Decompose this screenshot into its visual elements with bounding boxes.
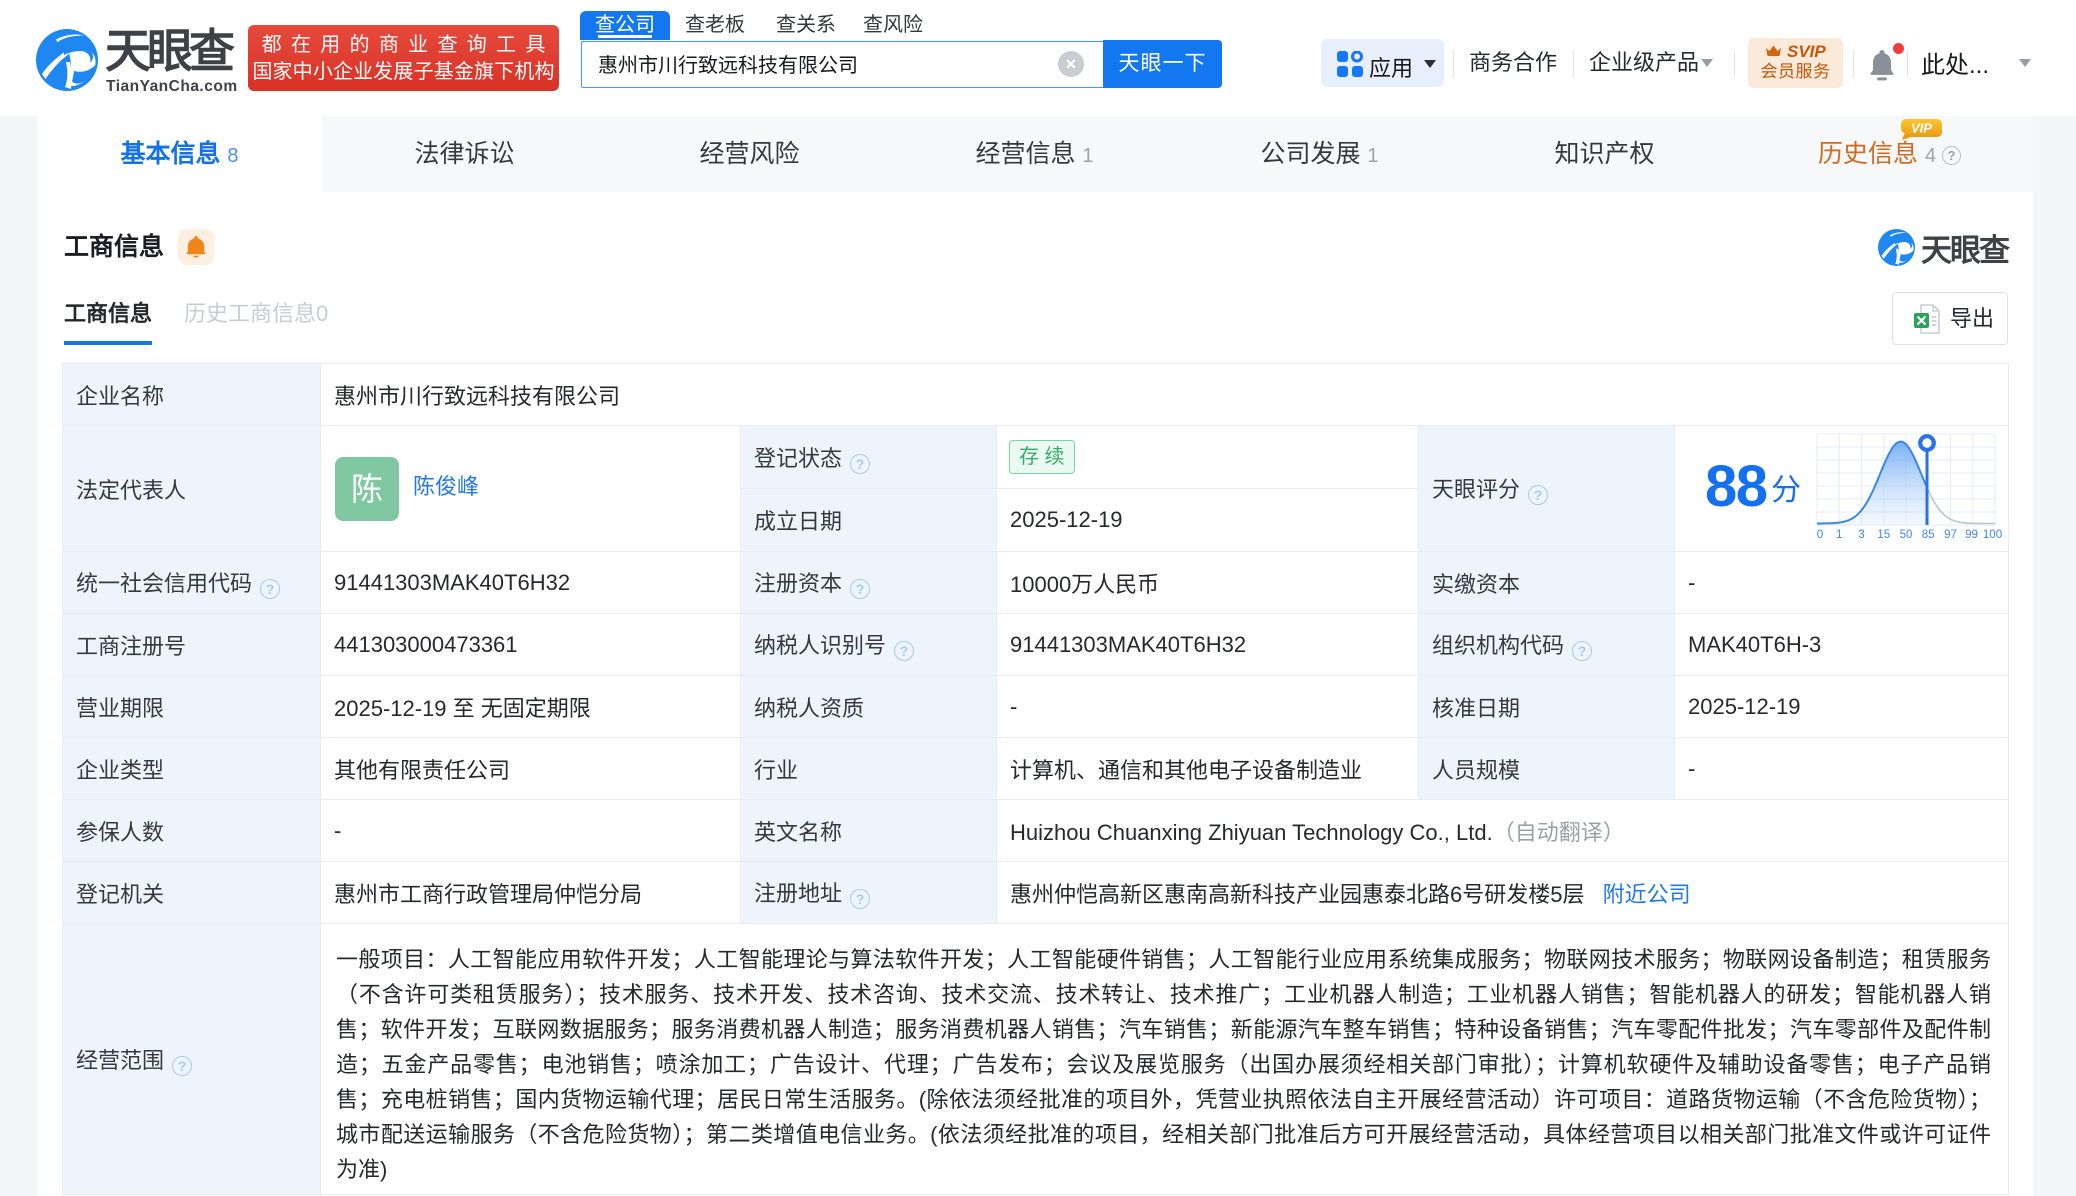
svg-text:85: 85 (1922, 529, 1935, 541)
svg-text:15: 15 (1877, 529, 1890, 541)
svg-text:1: 1 (1836, 529, 1842, 541)
svg-text:97: 97 (1944, 529, 1957, 541)
svg-text:0: 0 (1817, 529, 1823, 541)
svg-text:99: 99 (1965, 529, 1978, 541)
svg-text:3: 3 (1858, 529, 1864, 541)
svg-text:VIP: VIP (1911, 121, 1932, 136)
svg-text:50: 50 (1900, 529, 1913, 541)
svg-text:100: 100 (1983, 529, 2002, 541)
